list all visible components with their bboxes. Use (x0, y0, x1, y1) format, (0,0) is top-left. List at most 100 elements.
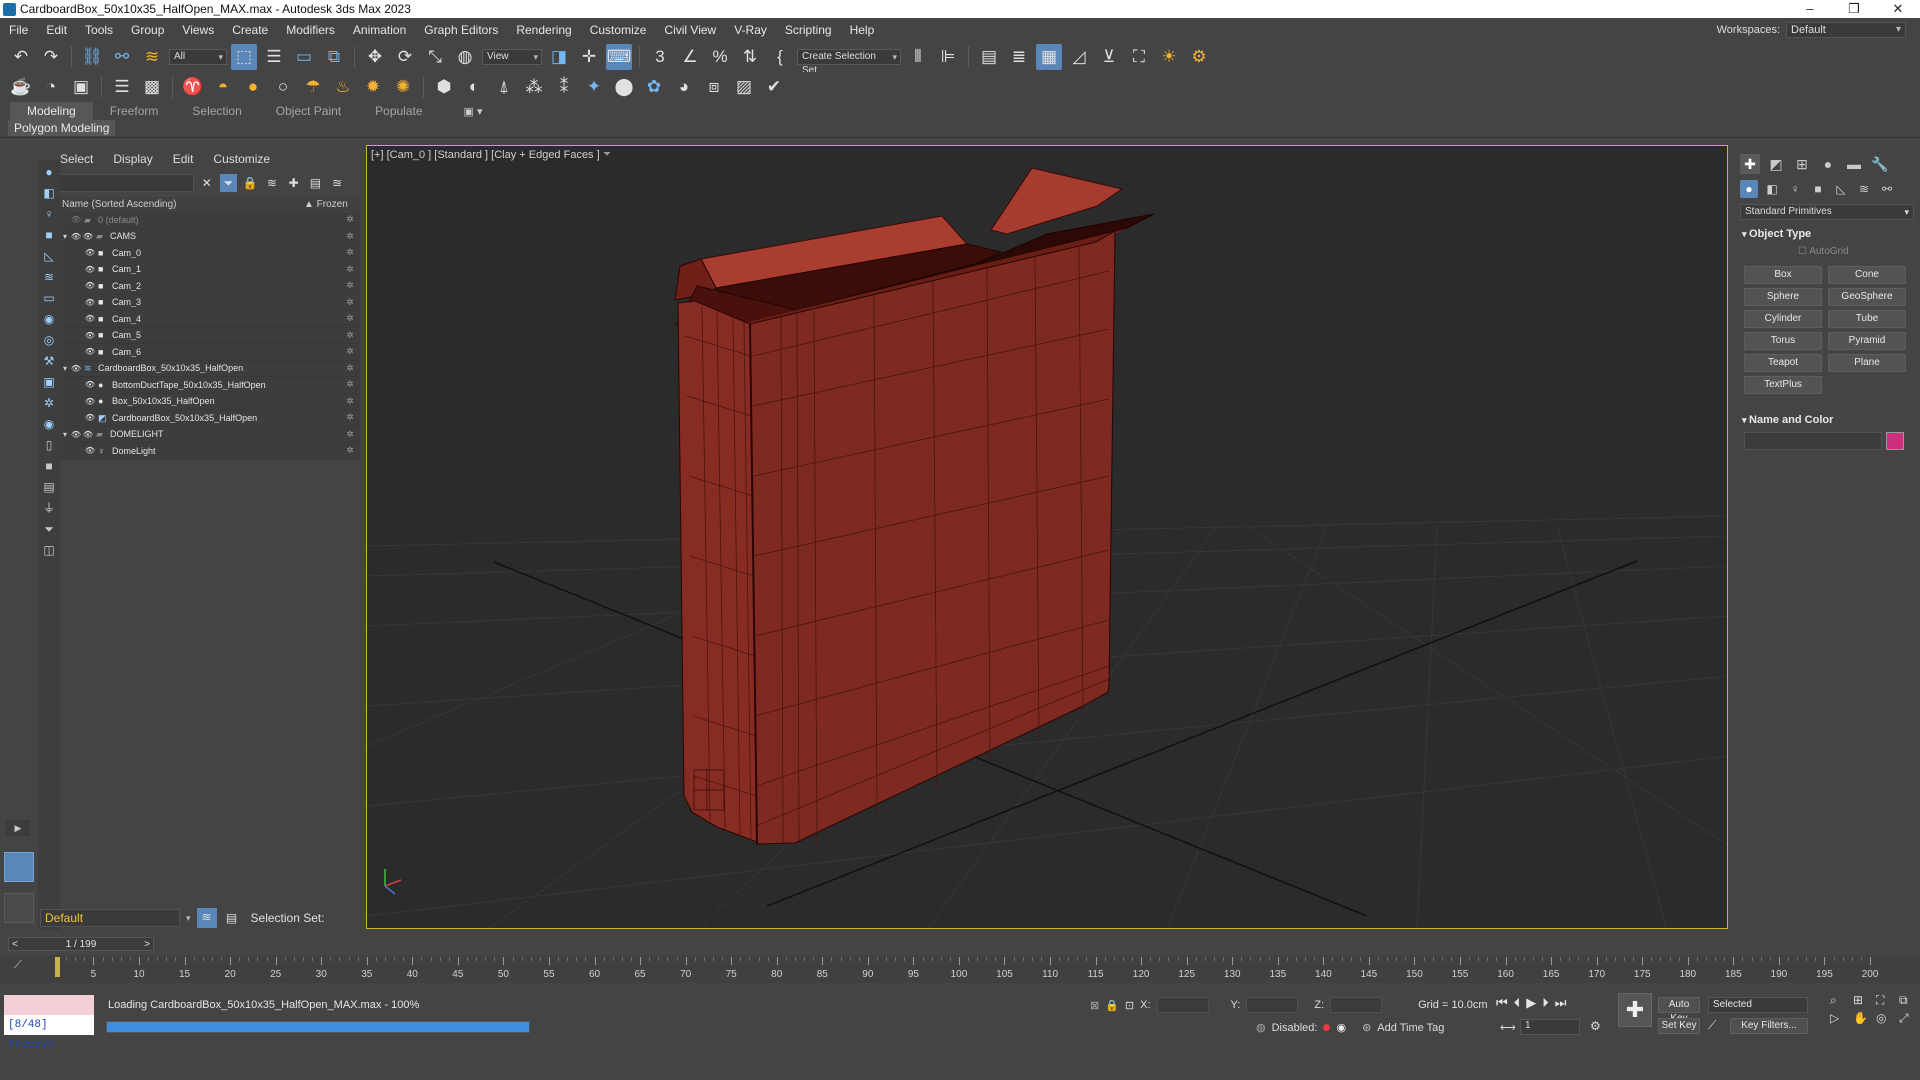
scene-tree-row[interactable]: ▾ 👁 👁 ▰ CAMS ✲ (60, 228, 360, 245)
systems-category-icon[interactable]: ⚯ (1878, 180, 1896, 198)
visibility-eye-icon[interactable]: 👁 (84, 380, 96, 389)
named-selection-set-dropdown[interactable]: Create Selection Set (797, 49, 901, 76)
edit-named-selection-icon[interactable]: { (767, 44, 793, 70)
workspace-dropdown[interactable]: Default (1786, 22, 1906, 38)
display-hidden-icon[interactable]: ✲ (40, 394, 58, 412)
material-sphere-icon[interactable]: ⬤ (611, 74, 637, 100)
se-menu-customize[interactable]: Customize (203, 152, 280, 166)
mesh-light-icon[interactable]: ○ (270, 74, 296, 100)
lightmix-icon[interactable]: ⧈ (701, 74, 727, 100)
vray-fur-icon[interactable]: ◐ (461, 74, 487, 100)
adaptive-degradation-icon[interactable]: ◍ (1256, 1021, 1266, 1034)
scene-tree-row[interactable]: 👁 ♀ DomeLight ✲ (60, 443, 360, 460)
add-time-tag-button[interactable]: Add Time Tag (1377, 1022, 1444, 1034)
trackbar[interactable]: ⟋ 5 10 15 20 25 30 35 40 45 50 55 60 65 70 75 80 85 90 95 1… (0, 955, 1920, 983)
render-icon[interactable]: ⚙ (1186, 44, 1212, 70)
time-configuration-icon[interactable]: ⚙ (1590, 1019, 1601, 1033)
layer-stack-icon[interactable]: ≋ (263, 174, 281, 192)
camera-capture-icon[interactable]: ▣ (68, 74, 94, 100)
set-key-big-button[interactable]: ✚ (1618, 993, 1652, 1027)
object-name-field[interactable] (1744, 432, 1882, 450)
previous-frame-icon[interactable]: ⏴ (1514, 995, 1521, 1011)
tab-selection[interactable]: Selection (175, 102, 258, 120)
frozen-toggle-icon[interactable]: ✲ (340, 264, 360, 275)
current-frame-field[interactable]: 1 (1520, 1019, 1580, 1035)
link-icon[interactable]: ⛓ (79, 44, 105, 70)
display-shapes-icon[interactable]: ◧ (40, 184, 58, 202)
frozen-toggle-icon[interactable]: ✲ (340, 379, 360, 390)
expand-toggle-icon[interactable]: ▾ (60, 232, 70, 241)
time-tag-icon[interactable]: ⊛ (1362, 1021, 1371, 1034)
scene-tree-row[interactable]: 👁 ■ Cam_5 ✲ (60, 327, 360, 344)
ribbon-toggle-icon[interactable]: ▦ (1036, 44, 1062, 70)
next-frame-icon[interactable]: ⏵ (1542, 995, 1549, 1011)
asset-editor-icon[interactable]: ▩ (139, 74, 165, 100)
y-coord-field[interactable] (1246, 997, 1299, 1013)
play-icon[interactable]: ▶ (1526, 995, 1536, 1011)
reference-coord-dropdown[interactable]: View (482, 49, 542, 65)
maximize-button[interactable]: ❐ (1832, 1, 1876, 17)
cone-button[interactable]: Cone (1828, 266, 1906, 284)
dome-light-icon[interactable]: ◓ (210, 74, 236, 100)
sphere-light-icon[interactable]: ● (240, 74, 266, 100)
unlink-icon[interactable]: ⚯ (109, 44, 135, 70)
align-icon[interactable]: ⊫ (935, 44, 961, 70)
sun-sky-icon[interactable]: ✺ (390, 74, 416, 100)
lock-icon[interactable]: 🔒 (241, 174, 259, 192)
visibility-eye-icon[interactable]: 👁 (84, 397, 96, 406)
vray-frame-buffer-icon[interactable]: ◔ (38, 74, 64, 100)
percent-snap-icon[interactable]: % (707, 44, 733, 70)
shapes-category-icon[interactable]: ◧ (1763, 180, 1781, 198)
clear-search-icon[interactable]: ✕ (198, 174, 216, 192)
vray-decal-icon[interactable]: ⁑ (551, 74, 577, 100)
tab-modeling[interactable]: Modeling (10, 102, 93, 120)
viewport-layout-tab[interactable] (4, 893, 34, 923)
absolute-mode-icon[interactable]: ⊡ (1125, 999, 1134, 1012)
scene-tree-row[interactable]: 👁 ■ Cam_1 ✲ (60, 261, 360, 278)
frozen-toggle-icon[interactable]: ✲ (340, 231, 360, 242)
pyramid-button[interactable]: Pyramid (1828, 332, 1906, 350)
geometry-category-icon[interactable]: ● (1740, 180, 1758, 198)
close-button[interactable]: ✕ (1876, 1, 1920, 17)
select-object-icon[interactable]: ⬚ (231, 44, 257, 70)
key-tangent-icon[interactable]: ⟋ (1708, 1018, 1716, 1033)
place-icon[interactable]: ◍ (452, 44, 478, 70)
scene-tree-row[interactable]: ▾ 👁 ≋ CardboardBox_50x10x35_HalfOpen ✲ (60, 360, 360, 377)
scene-tree-row[interactable]: 👁 ◩ CardboardBox_50x10x35_HalfOpen ✲ (60, 410, 360, 427)
layer-options-icon[interactable]: ▤ (307, 174, 325, 192)
vray-scene-icon[interactable]: ✦ (581, 74, 607, 100)
scene-tree-row[interactable]: ▾ 👁 👁 ▰ DOMELIGHT ✲ (60, 426, 360, 443)
motion-tab-icon[interactable]: ● (1818, 154, 1838, 174)
scene-tree-row[interactable]: 👁 ● Box_50x10x35_HalfOpen ✲ (60, 393, 360, 410)
object-color-swatch[interactable] (1886, 432, 1904, 450)
rotate-icon[interactable]: ⟳ (392, 44, 418, 70)
tab-populate[interactable]: Populate (358, 102, 439, 120)
scene-tree-row[interactable]: 👁 ● BottomDuctTape_50x10x35_HalfOpen ✲ (60, 377, 360, 394)
vray-proxy-icon[interactable]: ⬢ (431, 74, 457, 100)
ambient-light-icon[interactable]: ♨ (330, 74, 356, 100)
scene-tree-row[interactable]: 👁 ▰ 0 (default) ✲ (60, 212, 360, 229)
key-filters-button[interactable]: Key Filters... (1730, 1018, 1808, 1034)
vray-vision-icon[interactable]: ✔ (761, 74, 787, 100)
undo-icon[interactable]: ↶ (8, 44, 34, 70)
teapot-render-icon[interactable]: ☕ (8, 74, 34, 100)
torus-button[interactable]: Torus (1744, 332, 1822, 350)
material-lib-icon[interactable]: ◕ (671, 74, 697, 100)
display-containers-icon[interactable]: ⚒ (40, 352, 58, 370)
frozen-toggle-icon[interactable]: ✲ (340, 429, 360, 440)
go-to-end-icon[interactable]: ⏭ (1555, 995, 1567, 1011)
visibility-eye-icon[interactable]: 👁 (84, 413, 96, 422)
window-crossing-icon[interactable]: ⧉ (321, 44, 347, 70)
visibility-eye-icon[interactable]: 👁 (84, 265, 96, 274)
menu-help[interactable]: Help (841, 23, 884, 37)
frozen-toggle-icon[interactable]: ✲ (340, 247, 360, 258)
tab-object-paint[interactable]: Object Paint (259, 102, 358, 120)
maxscript-input[interactable] (4, 995, 94, 1015)
textplus-button[interactable]: TextPlus (1744, 376, 1822, 394)
add-layer-icon[interactable]: ✚ (285, 174, 303, 192)
display-xrefs-icon[interactable]: ◉ (40, 310, 58, 328)
scene-tree-row[interactable]: 👁 ■ Cam_3 ✲ (60, 294, 360, 311)
polygon-modeling-panel[interactable]: Polygon Modeling (8, 120, 116, 136)
curve-editor-icon[interactable]: ◿ (1066, 44, 1092, 70)
display-spacewarps-icon[interactable]: ≋ (40, 268, 58, 286)
